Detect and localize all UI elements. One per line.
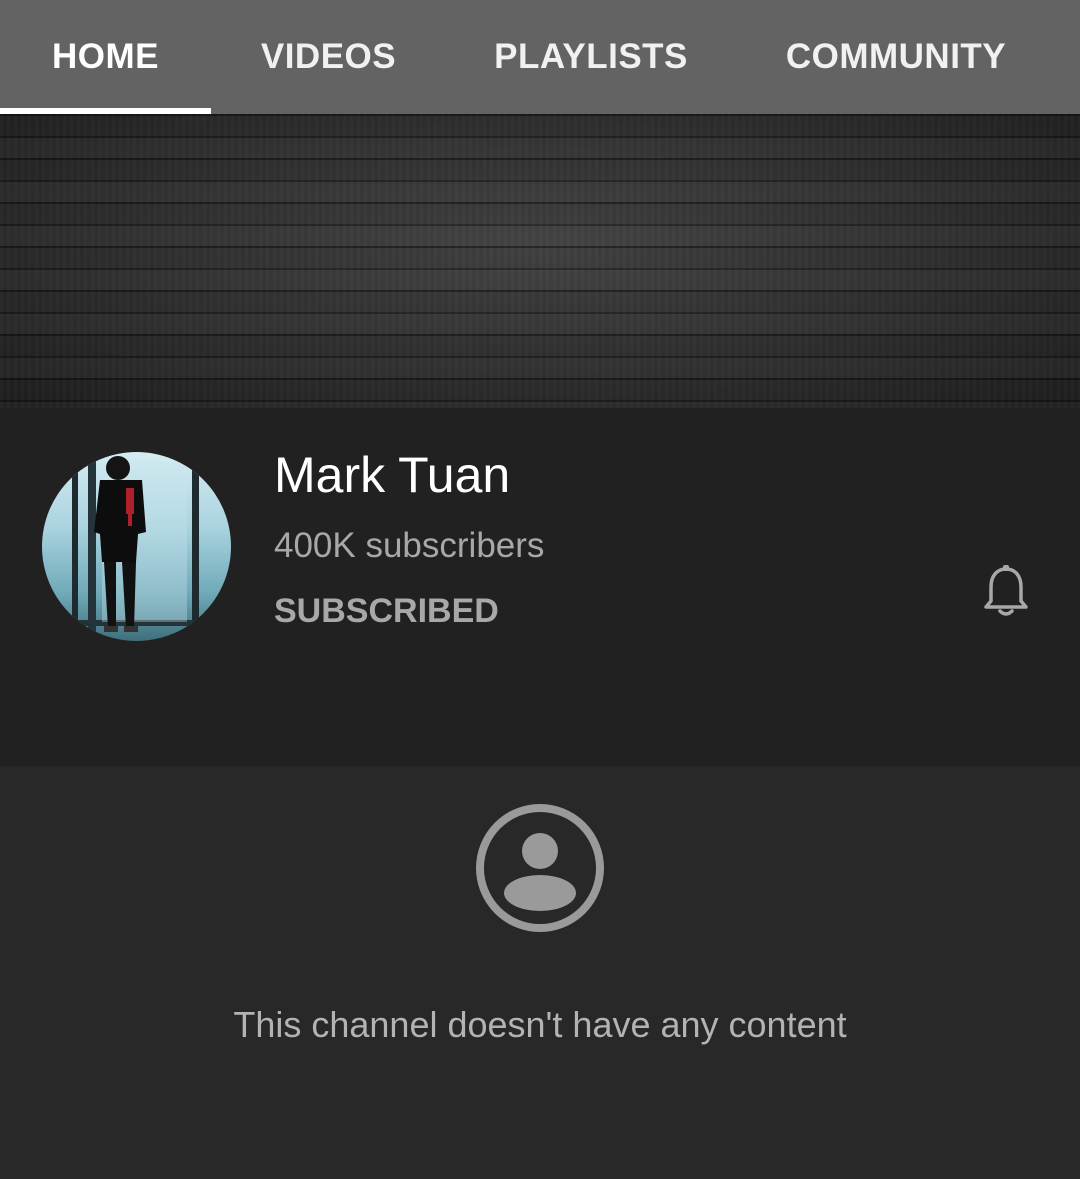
tab-home[interactable]: HOME <box>0 0 211 114</box>
empty-state: This channel doesn't have any content <box>0 766 1080 1179</box>
channel-avatar[interactable] <box>42 452 231 641</box>
account-circle-icon <box>474 802 606 934</box>
tab-playlists[interactable]: PLAYLISTS <box>446 0 736 114</box>
avatar-photo-icon <box>72 452 202 641</box>
channel-tab-bar: HOME VIDEOS PLAYLISTS COMMUNITY <box>0 0 1080 114</box>
bell-icon[interactable] <box>982 563 1030 619</box>
channel-name: Mark Tuan <box>274 447 511 503</box>
subscriber-count: 400K subscribers <box>274 526 545 565</box>
channel-header: Mark Tuan 400K subscribers SUBSCRIBED <box>0 408 1080 766</box>
subscribed-button[interactable]: SUBSCRIBED <box>274 592 499 631</box>
tab-community[interactable]: COMMUNITY <box>736 0 1056 114</box>
tab-videos[interactable]: VIDEOS <box>211 0 446 114</box>
empty-state-message: This channel doesn't have any content <box>233 1004 847 1045</box>
channel-page: HOME VIDEOS PLAYLISTS COMMUNITY Mark Tua… <box>0 0 1080 1179</box>
channel-banner <box>0 114 1080 408</box>
